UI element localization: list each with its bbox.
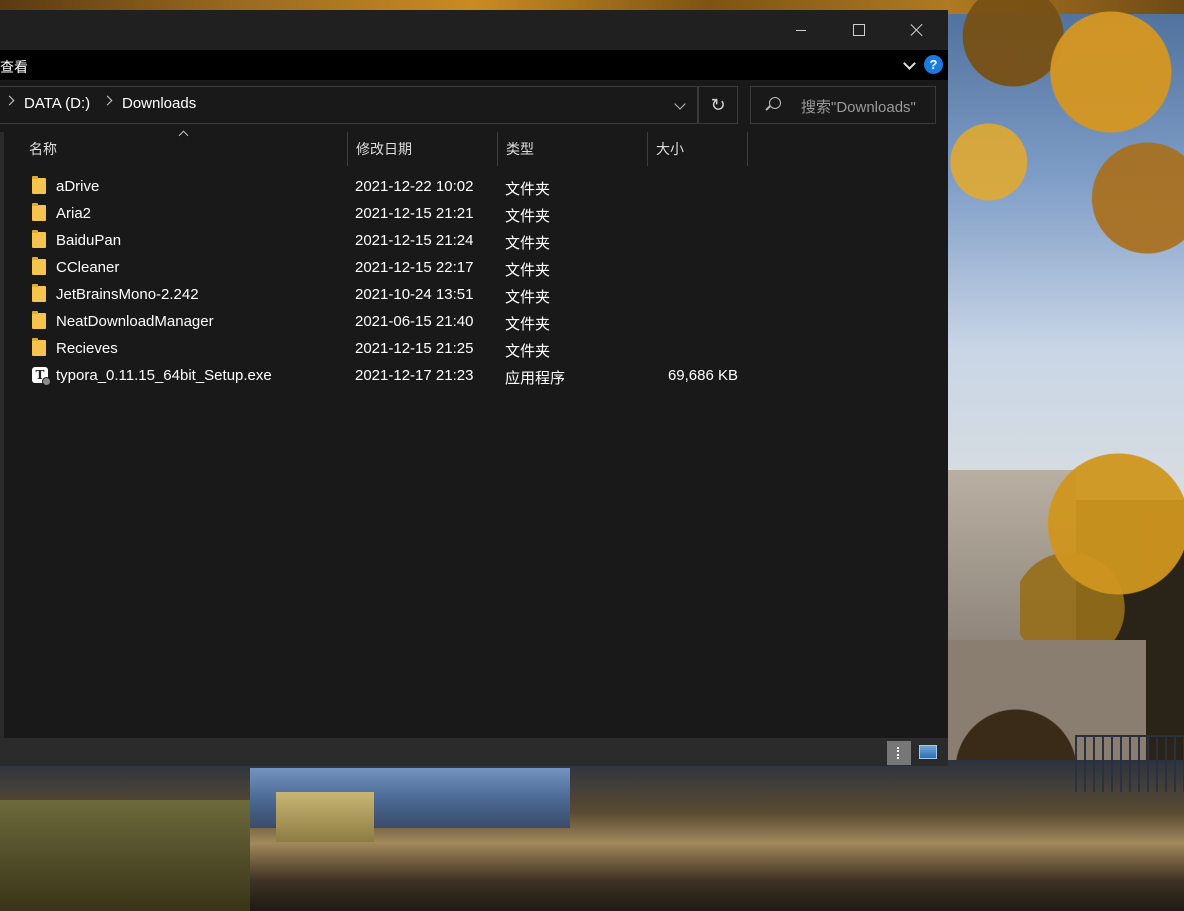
thumbnail-view-icon [919, 745, 937, 759]
folder-icon [32, 311, 46, 329]
minimize-button[interactable] [778, 10, 824, 50]
status-bar [0, 738, 948, 766]
file-row-recieves[interactable]: Recieves 2021-12-15 21:25 文件夹 [22, 336, 752, 363]
file-row-jetbrainsmono[interactable]: JetBrainsMono-2.242 2021-10-24 13:51 文件夹 [22, 282, 752, 309]
file-type: 文件夹 [505, 316, 551, 333]
file-date: 2021-12-15 21:21 [355, 205, 474, 222]
details-view-button[interactable] [887, 741, 911, 765]
folder-icon [32, 338, 46, 356]
chevron-right-icon[interactable] [102, 95, 113, 106]
file-name: Recieves [56, 340, 118, 357]
file-type: 文件夹 [505, 343, 551, 360]
column-header-type[interactable]: 类型 [498, 132, 647, 166]
file-size: 69,686 KB [667, 367, 738, 384]
file-list-pane[interactable]: 名称 修改日期 类型 大小 aDrive 2021-12-22 10:02 文件… [0, 130, 948, 738]
column-headers: 名称 修改日期 类型 大小 [0, 130, 948, 168]
large-icons-view-button[interactable] [917, 742, 939, 762]
address-bar[interactable]: DATA (D:) Downloads [0, 86, 698, 124]
file-row-ccleaner[interactable]: CCleaner 2021-12-15 22:17 文件夹 [22, 255, 752, 282]
maximize-icon [853, 24, 865, 36]
wallpaper-railing [1075, 735, 1184, 792]
navigation-bar: DATA (D:) Downloads ↻ 搜索"Downloads" [0, 80, 948, 132]
file-type: 文件夹 [505, 181, 551, 198]
file-row-adrive[interactable]: aDrive 2021-12-22 10:02 文件夹 [22, 174, 752, 201]
file-type: 应用程序 [505, 370, 566, 387]
column-header-size[interactable]: 大小 [648, 132, 747, 166]
column-header-name[interactable]: 名称 [21, 132, 347, 166]
file-name: JetBrainsMono-2.242 [56, 286, 199, 303]
breadcrumb-current-folder[interactable]: Downloads [122, 95, 196, 112]
folder-icon [32, 203, 46, 221]
chevron-down-icon [674, 98, 686, 110]
refresh-icon: ↻ [710, 94, 726, 115]
file-date: 2021-12-17 21:23 [355, 367, 474, 384]
file-row-typora-setup[interactable]: T typora_0.11.15_64bit_Setup.exe 2021-12… [22, 363, 752, 390]
maximize-button[interactable] [836, 10, 882, 50]
wallpaper-autumn-tree [940, 0, 1184, 360]
breadcrumb-drive[interactable]: DATA (D:) [24, 95, 90, 112]
address-history-dropdown[interactable] [672, 98, 688, 113]
file-name: aDrive [56, 178, 100, 195]
column-header-date[interactable]: 修改日期 [348, 132, 497, 166]
chevron-down-icon [902, 56, 916, 70]
file-date: 2021-12-22 10:02 [355, 178, 474, 195]
folder-icon [32, 230, 46, 248]
title-bar[interactable] [0, 10, 948, 50]
refresh-button[interactable]: ↻ [698, 86, 738, 124]
help-icon[interactable]: ? [924, 55, 943, 74]
file-row-aria2[interactable]: Aria2 2021-12-15 21:21 文件夹 [22, 201, 752, 228]
file-date: 2021-12-15 22:17 [355, 259, 474, 276]
file-type: 文件夹 [505, 262, 551, 279]
tab-view[interactable]: 查看 [0, 57, 28, 77]
file-row-baidupan[interactable]: BaiduPan 2021-12-15 21:24 文件夹 [22, 228, 752, 255]
search-input[interactable]: 搜索"Downloads" [750, 86, 936, 124]
ribbon-bar: 查看 ? [0, 50, 948, 80]
minimize-icon [796, 29, 806, 31]
file-type: 文件夹 [505, 289, 551, 306]
wallpaper-stone-block [276, 792, 374, 842]
file-name: Aria2 [56, 205, 92, 222]
file-date: 2021-06-15 21:40 [355, 313, 474, 330]
chevron-right-icon[interactable] [4, 95, 15, 106]
details-view-icon [897, 747, 901, 759]
file-name: BaiduPan [56, 232, 122, 249]
search-placeholder: 搜索"Downloads" [801, 99, 916, 116]
file-date: 2021-12-15 21:24 [355, 232, 474, 249]
folder-icon [32, 257, 46, 275]
file-name: CCleaner [56, 259, 120, 276]
folder-icon [32, 176, 46, 194]
file-name: NeatDownloadManager [56, 313, 214, 330]
file-type: 文件夹 [505, 208, 551, 225]
column-divider[interactable] [747, 132, 748, 166]
close-button[interactable] [894, 10, 940, 50]
ribbon-expand-button[interactable] [899, 55, 919, 75]
wallpaper-stone-wall [0, 800, 250, 911]
close-icon [910, 23, 924, 37]
file-date: 2021-10-24 13:51 [355, 286, 474, 303]
folder-icon [32, 284, 46, 302]
file-type: 文件夹 [505, 235, 551, 252]
file-name: typora_0.11.15_64bit_Setup.exe [56, 367, 272, 384]
search-icon [769, 97, 781, 109]
typora-app-icon: T [32, 367, 51, 386]
navigation-pane-edge[interactable] [0, 132, 4, 738]
file-explorer-window: 查看 ? DATA (D:) Downloads ↻ 搜索"Downloads"… [0, 10, 948, 766]
file-row-neatdownloadmanager[interactable]: NeatDownloadManager 2021-06-15 21:40 文件夹 [22, 309, 752, 336]
file-date: 2021-12-15 21:25 [355, 340, 474, 357]
